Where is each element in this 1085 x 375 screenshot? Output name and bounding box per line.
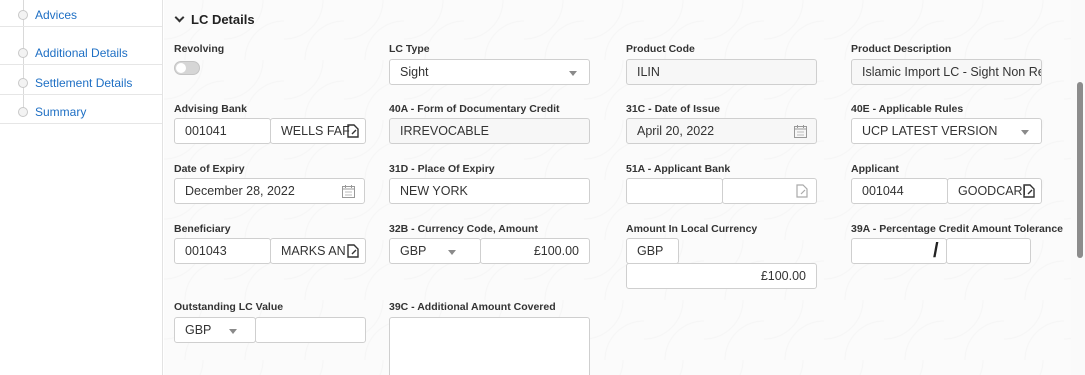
lc-details-section-header[interactable]: LC Details — [174, 12, 255, 32]
currency-code-select[interactable]: GBP — [389, 238, 481, 264]
outstanding-value-label: Outstanding LC Value — [174, 301, 284, 313]
date-of-expiry-label: Date of Expiry — [174, 163, 245, 175]
place-of-expiry-label: 31D - Place Of Expiry — [389, 163, 495, 175]
applicant-label: Applicant — [851, 163, 899, 175]
tolerance-minus-field[interactable] — [946, 238, 1031, 264]
product-description-label: Product Description — [851, 43, 952, 55]
beneficiary-label: Beneficiary — [174, 223, 231, 235]
chevron-down-icon — [1021, 130, 1029, 135]
advising-bank-code-field[interactable]: 001041 — [174, 118, 271, 144]
step-dot — [18, 107, 28, 117]
outstanding-currency-select[interactable]: GBP — [174, 317, 256, 343]
section-title: LC Details — [191, 12, 255, 27]
form-of-credit-field[interactable]: IRREVOCABLE — [389, 118, 590, 144]
applicant-code-field[interactable]: 001044 — [851, 178, 948, 204]
tolerance-label: 39A - Percentage Credit Amount Tolerance — [851, 223, 1063, 235]
sidebar-item-label: Advices — [35, 8, 78, 22]
sidebar-item-summary[interactable]: Summary — [0, 100, 162, 124]
advising-bank-name: WELLS FAF — [281, 124, 350, 138]
revolving-label: Revolving — [174, 43, 225, 55]
lc-type-label: LC Type — [389, 43, 430, 55]
applicable-rules-label: 40E - Applicable Rules — [851, 103, 964, 115]
date-of-issue-value: April 20, 2022 — [637, 124, 715, 138]
main-panel: LC Details Revolving LC Type Sight Produ… — [164, 0, 1071, 375]
outstanding-amount-field[interactable] — [255, 317, 366, 343]
applicable-rules-value: UCP LATEST VERSION — [862, 124, 998, 138]
lookup-icon[interactable] — [347, 244, 359, 258]
applicable-rules-select[interactable]: UCP LATEST VERSION — [851, 118, 1042, 144]
date-of-expiry-field[interactable]: December 28, 2022 — [174, 178, 365, 204]
beneficiary-code-field[interactable]: 001043 — [174, 238, 271, 264]
outstanding-currency-value: GBP — [185, 323, 212, 337]
applicant-bank-label: 51A - Applicant Bank — [626, 163, 731, 175]
product-description-field[interactable]: Islamic Import LC - Sight Non Revolv — [851, 59, 1042, 85]
product-code-label: Product Code — [626, 43, 695, 55]
place-of-expiry-field[interactable]: NEW YORK — [389, 178, 590, 204]
local-amount-field[interactable]: £100.00 — [626, 263, 817, 289]
lookup-icon[interactable] — [796, 184, 808, 198]
product-code-field[interactable]: ILIN — [626, 59, 817, 85]
applicant-bank-code-field[interactable] — [626, 178, 723, 204]
date-of-expiry-value: December 28, 2022 — [185, 184, 295, 198]
amount-field[interactable]: £100.00 — [480, 238, 590, 264]
sidebar-item-label: Summary — [35, 105, 87, 119]
lc-type-value: Sight — [400, 65, 429, 79]
advising-bank-name-field[interactable]: WELLS FAF — [270, 118, 366, 144]
sidebar-item-settlement-details[interactable]: Settlement Details — [0, 71, 162, 95]
calendar-icon[interactable] — [342, 185, 355, 198]
date-of-issue-label: 31C - Date of Issue — [626, 103, 720, 115]
form-of-credit-label: 40A - Form of Documentary Credit — [389, 103, 560, 115]
chevron-down-icon — [174, 12, 185, 23]
step-dot — [18, 10, 28, 20]
beneficiary-name: MARKS AN — [281, 244, 346, 258]
revolving-toggle[interactable] — [174, 61, 200, 75]
step-dot — [18, 48, 28, 58]
toggle-knob — [176, 63, 186, 73]
lc-type-select[interactable]: Sight — [389, 59, 590, 85]
currency-amount-label: 32B - Currency Code, Amount — [389, 223, 538, 235]
lookup-icon[interactable] — [1023, 184, 1035, 198]
chevron-down-icon — [569, 71, 577, 76]
sidebar: Advices Additional Details Settlement De… — [0, 0, 163, 375]
additional-amount-textarea[interactable] — [389, 317, 590, 375]
local-currency-field[interactable]: GBP — [626, 238, 679, 264]
tolerance-separator: / — [933, 240, 939, 262]
sidebar-item-additional-details[interactable]: Additional Details — [0, 41, 162, 65]
applicant-bank-name-field[interactable] — [722, 178, 817, 204]
applicant-name: GOODCARI — [958, 184, 1027, 198]
sidebar-item-advices[interactable]: Advices — [0, 3, 162, 27]
additional-amount-label: 39C - Additional Amount Covered — [389, 301, 556, 313]
step-dot — [18, 78, 28, 88]
advising-bank-label: Advising Bank — [174, 103, 247, 115]
date-of-issue-field[interactable]: April 20, 2022 — [626, 118, 817, 144]
amount-local-label: Amount In Local Currency — [626, 223, 758, 235]
sidebar-item-label: Additional Details — [35, 46, 128, 60]
currency-code-value: GBP — [400, 244, 427, 258]
chevron-down-icon — [448, 250, 456, 255]
applicant-name-field[interactable]: GOODCARI — [947, 178, 1042, 204]
scrollbar-thumb[interactable] — [1077, 82, 1083, 258]
lookup-icon[interactable] — [347, 124, 359, 138]
chevron-down-icon — [229, 329, 237, 334]
calendar-icon[interactable] — [794, 125, 807, 138]
sidebar-item-label: Settlement Details — [35, 76, 133, 90]
beneficiary-name-field[interactable]: MARKS AN — [270, 238, 366, 264]
